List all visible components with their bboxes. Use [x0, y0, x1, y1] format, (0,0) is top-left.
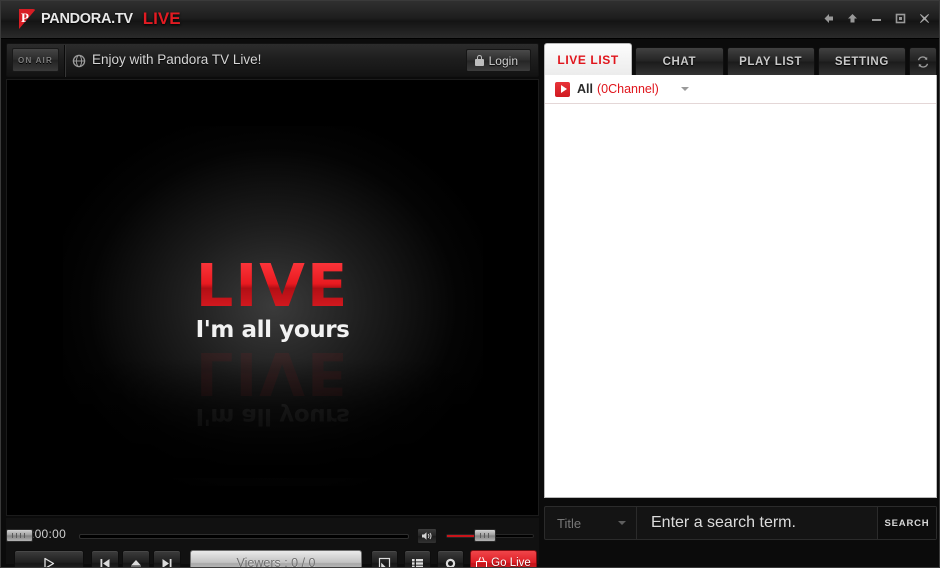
refresh-button[interactable] — [909, 47, 937, 75]
live-list-panel: All (0Channel) — [544, 75, 937, 498]
search-button[interactable]: SEARCH — [877, 507, 936, 539]
globe-icon — [72, 54, 86, 68]
search-input[interactable] — [637, 506, 877, 540]
on-air-label: ON AIR — [18, 55, 53, 65]
refresh-icon — [917, 55, 929, 68]
previous-button[interactable] — [91, 550, 119, 567]
search-button-label: SEARCH — [884, 517, 930, 529]
info-bar: ON AIR Enjoy with Pandora TV Live! Login — [6, 43, 539, 77]
search-bar: Title SEARCH — [544, 506, 937, 540]
search-filter-select[interactable]: Title — [545, 507, 637, 539]
channel-name: All — [577, 82, 593, 96]
tab-live-list-label: LIVE LIST — [557, 52, 619, 67]
tab-play-list[interactable]: PLAY LIST — [726, 47, 815, 75]
search-filter-value: Title — [557, 515, 582, 531]
channel-filter-row[interactable]: All (0Channel) — [545, 75, 936, 104]
live-splash-reflection: I'm all yours LIVE — [7, 339, 538, 429]
player-column: ON AIR Enjoy with Pandora TV Live! Login — [6, 43, 539, 567]
panel-tabs: LIVE LIST CHAT PLAY LIST SETTING — [544, 43, 937, 75]
info-divider — [64, 45, 66, 77]
screen-size-button[interactable] — [371, 550, 398, 567]
app-logo: P PANDORA.TV LIVE — [19, 9, 181, 29]
live-splash-title: LIVE — [7, 256, 538, 315]
viewers-label: Viewers : 0 / 0 — [236, 556, 316, 568]
reflection-title: LIVE — [7, 339, 538, 408]
channel-count: (0Channel) — [596, 82, 659, 96]
lock-icon — [474, 55, 484, 66]
transport-bar: 00:00:00 Viewers: 0 / 0 Go Live — [6, 518, 539, 567]
tab-play-list-label: PLAY LIST — [739, 55, 803, 68]
tab-live-list[interactable]: LIVE LIST — [544, 43, 633, 75]
pandora-logo-icon: P — [19, 9, 36, 29]
side-panel: LIVE LIST CHAT PLAY LIST SETTING All (0C… — [544, 43, 937, 564]
tab-setting[interactable]: SETTING — [817, 47, 906, 75]
brand-suffix: LIVE — [142, 9, 181, 28]
channel-play-icon — [555, 81, 570, 97]
on-air-badge: ON AIR — [12, 48, 59, 72]
tab-chat[interactable]: CHAT — [635, 47, 724, 75]
tab-chat-label: CHAT — [662, 55, 697, 68]
live-splash-logo: LIVE I'm all yours I'm all yours LIVE — [7, 256, 538, 429]
maximize-icon[interactable] — [894, 12, 907, 25]
pandora-logo-glyph: P — [21, 10, 29, 25]
window-controls — [822, 12, 931, 25]
speaker-icon[interactable] — [417, 528, 437, 544]
video-viewport[interactable]: LIVE I'm all yours I'm all yours LIVE — [6, 79, 539, 516]
playlist-button[interactable] — [404, 550, 431, 567]
chevron-down-icon — [618, 521, 626, 525]
close-icon[interactable] — [918, 12, 931, 25]
channel-list[interactable] — [545, 105, 936, 497]
eject-button[interactable] — [122, 550, 150, 567]
chevron-down-icon[interactable] — [680, 87, 689, 91]
go-live-label: Go Live — [491, 557, 531, 568]
login-button[interactable]: Login — [465, 49, 531, 72]
settings-gear-button[interactable] — [437, 550, 464, 567]
go-live-button[interactable]: Go Live — [470, 550, 537, 568]
brand-name: PANDORA.TV — [41, 11, 133, 27]
seek-handle[interactable] — [6, 529, 33, 542]
volume-handle[interactable] — [474, 529, 496, 542]
play-button[interactable] — [14, 550, 84, 567]
tv-icon — [476, 556, 488, 567]
back-arrow-icon[interactable] — [822, 12, 835, 25]
tab-setting-label: SETTING — [834, 55, 889, 68]
viewers-counter: Viewers : 0 / 0 — [190, 550, 362, 568]
next-button[interactable] — [153, 550, 181, 567]
transport-buttons: Viewers : 0 / 0 Go Live — [6, 550, 539, 568]
seek-bar[interactable] — [79, 534, 409, 539]
pandora-tv-live-window: P PANDORA.TV LIVE ON AIR Enjoy with Pand… — [0, 0, 940, 568]
pin-up-arrow-icon[interactable] — [846, 12, 859, 25]
info-message: Enjoy with Pandora TV Live! — [92, 52, 262, 67]
login-button-label: Login — [488, 53, 518, 68]
minimize-icon[interactable] — [870, 12, 883, 25]
title-bar: P PANDORA.TV LIVE — [1, 1, 939, 39]
